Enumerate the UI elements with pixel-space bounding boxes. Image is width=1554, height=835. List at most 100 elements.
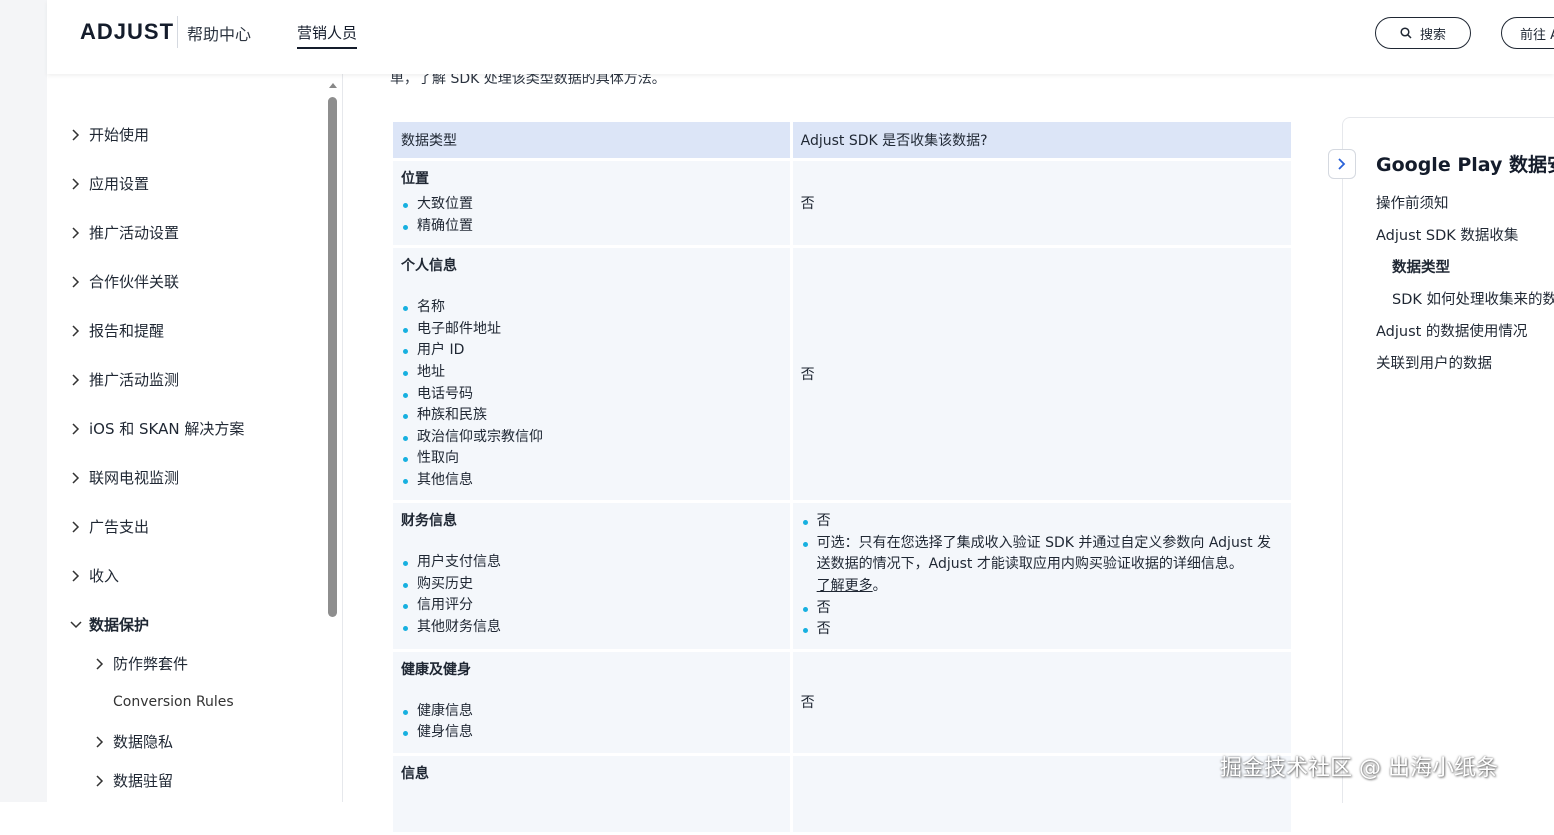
table-header-row: 数据类型 Adjust SDK 是否收集该数据? <box>393 122 1291 158</box>
goto-button[interactable]: 前往 A <box>1501 17 1554 49</box>
sidebar-subitem-data-privacy[interactable]: 数据隐私 <box>91 731 173 752</box>
list-item: 否 <box>801 511 1283 533</box>
list-item: 精确位置 <box>401 216 782 238</box>
chevron-right-icon <box>67 373 85 386</box>
table-row: 位置 大致位置 精确位置 否 <box>393 161 1291 246</box>
list-item: 性取向 <box>401 448 782 470</box>
sidebar-item-label: 数据驻留 <box>113 772 174 790</box>
toc-item[interactable]: Adjust 的数据使用情况 <box>1376 320 1527 341</box>
toc-item[interactable]: 关联到用户的数据 <box>1376 352 1492 373</box>
sidebar-item-getting-started[interactable]: 开始使用 <box>67 124 149 145</box>
sidebar-item-ios-skan[interactable]: iOS 和 SKAN 解决方案 <box>67 418 244 439</box>
help-center-link[interactable]: 帮助中心 <box>187 21 251 45</box>
tab-marketers[interactable]: 营销人员 <box>297 22 358 49</box>
adjust-logo[interactable]: ADJUST <box>80 19 174 45</box>
sidebar-nav: 开始使用 应用设置 推广活动设置 合作伙伴关联 报告和提醒 推广活动监测 iOS… <box>47 74 343 802</box>
chevron-right-icon <box>91 735 109 748</box>
sidebar-item-label: 数据保护 <box>89 616 150 634</box>
table-cell: 否 可选：只有在您选择了集成收入验证 SDK 并通过自定义参数向 Adjust … <box>792 503 1291 649</box>
sidebar-subitem-conversion-rules[interactable]: Conversion Rules <box>113 694 234 710</box>
category-title: 信息 <box>401 765 429 782</box>
sidebar-scrollbar-thumb[interactable] <box>328 97 337 617</box>
sidebar-item-partner-connections[interactable]: 合作伙伴关联 <box>67 271 179 292</box>
list-item: 可选：只有在您选择了集成收入验证 SDK 并通过自定义参数向 Adjust 发送… <box>801 533 1283 598</box>
table-cell: 健康及健身 健康信息 健身信息 <box>393 651 790 753</box>
sidebar-item-ad-spend[interactable]: 广告支出 <box>67 516 149 537</box>
sidebar-item-label: 推广活动设置 <box>89 224 180 242</box>
logo-divider <box>177 16 178 48</box>
search-button[interactable]: 搜索 <box>1375 17 1471 49</box>
sidebar-item-revenue[interactable]: 收入 <box>67 565 119 586</box>
list-item: 购买历史 <box>401 574 782 596</box>
sidebar-item-label: 合作伙伴关联 <box>89 273 180 291</box>
category-title: 个人信息 <box>401 258 457 275</box>
sidebar-subitem-data-residency[interactable]: 数据驻留 <box>91 770 173 791</box>
list-item: 用户 ID <box>401 340 782 362</box>
chevron-right-icon <box>67 226 85 239</box>
answer-text: 可选：只有在您选择了集成收入验证 SDK 并通过自定义参数向 Adjust 发送… <box>816 534 1272 573</box>
list-item: 否 <box>801 619 1283 641</box>
chevron-right-icon <box>67 275 85 288</box>
learn-more-link[interactable]: 了解更多 <box>817 578 873 594</box>
sidebar-item-data-protection[interactable]: 数据保护 <box>67 614 149 635</box>
toc-toggle-button[interactable] <box>1328 149 1356 179</box>
table-row: 个人信息 名称 电子邮件地址 用户 ID 地址 电话号码 种族和民族 政治信仰或… <box>393 248 1291 501</box>
sidebar-item-label: 数据隐私 <box>113 733 174 751</box>
category-title: 位置 <box>401 171 429 187</box>
sidebar-item-reports-alerts[interactable]: 报告和提醒 <box>67 320 164 341</box>
page-left-margin <box>0 0 47 802</box>
sidebar-item-label: Conversion Rules <box>113 694 234 710</box>
toc-title: Google Play 数据安全 <box>1376 154 1554 176</box>
sidebar-item-label: 应用设置 <box>89 175 150 193</box>
bullet-list: 健康信息 健身信息 <box>401 701 782 744</box>
list-item: 健康信息 <box>401 701 782 723</box>
sidebar-item-label: 推广活动监测 <box>89 371 180 389</box>
table-cell: 否 <box>792 248 1291 501</box>
sidebar-item-label: 广告支出 <box>89 518 150 536</box>
list-item: 种族和民族 <box>401 405 782 427</box>
table-cell: 信息 <box>393 755 790 832</box>
chevron-right-icon <box>67 471 85 484</box>
sidebar-item-app-settings[interactable]: 应用设置 <box>67 173 149 194</box>
sidebar-item-campaign-tracking[interactable]: 推广活动监测 <box>67 369 179 390</box>
toc-item[interactable]: Adjust SDK 数据收集 <box>1376 224 1518 245</box>
search-icon <box>1400 27 1412 39</box>
sidebar-subitem-fraud-suite[interactable]: 防作弊套件 <box>91 653 188 674</box>
sidebar-item-label: 防作弊套件 <box>113 655 189 673</box>
scroll-up-arrow-icon[interactable] <box>329 83 337 88</box>
list-item: 其他信息 <box>401 470 782 492</box>
sidebar-item-ctv-tracking[interactable]: 联网电视监测 <box>67 467 179 488</box>
chevron-right-icon <box>67 422 85 435</box>
table-row: 财务信息 用户支付信息 购买历史 信用评分 其他财务信息 否 可选：只有在您选择… <box>393 503 1291 649</box>
table-row: 健康及健身 健康信息 健身信息 否 <box>393 651 1291 753</box>
list-item: 名称 <box>401 297 782 319</box>
list-item: 地址 <box>401 362 782 384</box>
list-item: 其他财务信息 <box>401 617 782 639</box>
list-item: 政治信仰或宗教信仰 <box>401 427 782 449</box>
bullet-list: 否 可选：只有在您选择了集成收入验证 SDK 并通过自定义参数向 Adjust … <box>801 511 1283 641</box>
sidebar-item-campaign-setup[interactable]: 推广活动设置 <box>67 222 179 243</box>
main-content: 单，了解 SDK 处理该类型数据的具体方法。 数据类型 Adjust SDK 是… <box>342 71 1342 832</box>
toc-item[interactable]: SDK 如何处理收集来的数据 <box>1392 288 1554 309</box>
list-item: 大致位置 <box>401 194 782 216</box>
bullet-list: 名称 电子邮件地址 用户 ID 地址 电话号码 种族和民族 政治信仰或宗教信仰 … <box>401 297 782 491</box>
search-label: 搜索 <box>1419 27 1446 43</box>
sidebar-item-label: 联网电视监测 <box>89 469 180 487</box>
table-cell <box>792 755 1291 832</box>
answer-period: 。 <box>872 577 887 594</box>
watermark: 掘金技术社区 @ 出海小纸条 <box>1220 756 1498 781</box>
sidebar-item-label: iOS 和 SKAN 解决方案 <box>89 420 245 438</box>
table-header-cell: Adjust SDK 是否收集该数据? <box>792 122 1291 158</box>
chevron-right-icon <box>67 128 85 141</box>
category-title: 财务信息 <box>401 513 457 530</box>
bullet-list: 用户支付信息 购买历史 信用评分 其他财务信息 <box>401 552 782 638</box>
toc-item-active[interactable]: 数据类型 <box>1392 256 1450 277</box>
data-types-table: 数据类型 Adjust SDK 是否收集该数据? 位置 大致位置 精确位置 否 … <box>390 119 1294 835</box>
toc-item[interactable]: 操作前须知 <box>1376 192 1449 213</box>
table-cell: 否 <box>792 651 1291 753</box>
table-header-cell: 数据类型 <box>393 122 790 158</box>
list-item: 否 <box>801 598 1283 620</box>
chevron-right-icon <box>67 520 85 533</box>
chevron-right-icon <box>1338 158 1346 170</box>
table-cell: 财务信息 用户支付信息 购买历史 信用评分 其他财务信息 <box>393 503 790 649</box>
